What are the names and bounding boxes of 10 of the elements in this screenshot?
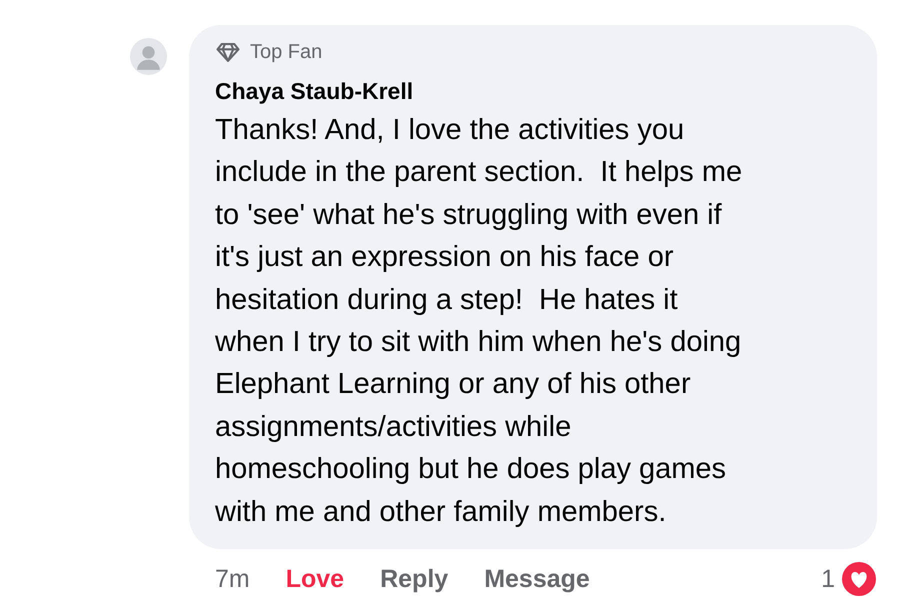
diamond-icon (215, 42, 241, 63)
reaction-count: 1 (821, 564, 835, 594)
comment-action-link[interactable]: Message (484, 564, 590, 594)
author-name[interactable]: Chaya Staub-Krell (215, 78, 847, 105)
top-fan-label: Top Fan (250, 41, 322, 64)
comment-text: Thanks! And, I love the activities you include in the parent section. It helps me to 'see' what he's struggling with even if it's just an expression on his face or hesitation during a step! He hates it when I try to sit with him when he's doing Elephant Learning or any of his other assignments/activities while homeschooling but he does play games with me and other family members. (215, 113, 744, 530)
comment-action-link[interactable]: Love (286, 564, 344, 594)
comment-action-link[interactable]: Reply (380, 564, 448, 594)
comment-time: 7m (215, 564, 250, 594)
heart-reaction-icon[interactable] (841, 561, 877, 598)
